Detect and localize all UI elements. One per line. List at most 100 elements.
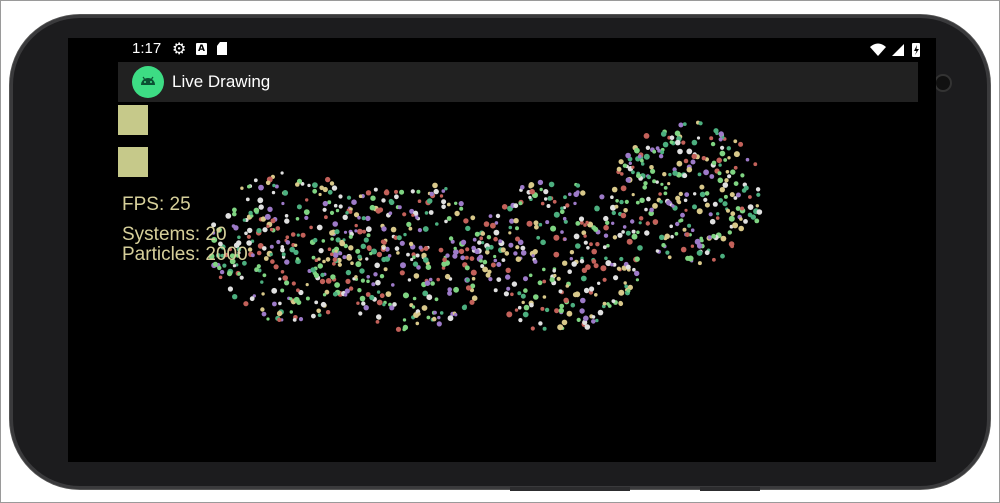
particle bbox=[533, 294, 539, 300]
particle bbox=[262, 227, 268, 233]
particle bbox=[572, 292, 578, 298]
particle bbox=[559, 303, 565, 309]
particle bbox=[436, 277, 441, 282]
particle bbox=[515, 256, 522, 262]
particle bbox=[243, 301, 249, 307]
particle bbox=[248, 210, 253, 216]
particle bbox=[415, 321, 420, 326]
particle bbox=[453, 286, 459, 293]
particle bbox=[722, 182, 729, 188]
particle bbox=[271, 287, 278, 294]
particle bbox=[662, 172, 667, 177]
particle bbox=[403, 232, 407, 237]
particle bbox=[723, 158, 728, 162]
particle bbox=[634, 270, 640, 277]
particle bbox=[348, 245, 354, 251]
particle bbox=[479, 258, 483, 263]
particle bbox=[611, 299, 616, 303]
particle bbox=[428, 277, 433, 282]
pause-button[interactable] bbox=[118, 105, 148, 135]
particle bbox=[712, 257, 716, 262]
particle bbox=[269, 227, 274, 232]
particle bbox=[441, 204, 446, 210]
android-robot-icon bbox=[132, 66, 164, 98]
particle bbox=[508, 231, 512, 235]
particle bbox=[710, 141, 716, 147]
particle bbox=[567, 269, 572, 274]
particle bbox=[344, 288, 350, 294]
particle bbox=[523, 304, 530, 311]
particle bbox=[477, 240, 482, 245]
particle bbox=[429, 191, 435, 197]
particle bbox=[630, 219, 635, 224]
particle bbox=[280, 245, 285, 249]
particle bbox=[311, 313, 316, 319]
particle bbox=[339, 239, 345, 245]
particle bbox=[690, 228, 695, 232]
particle bbox=[439, 194, 444, 198]
particle bbox=[570, 302, 576, 308]
particle bbox=[281, 201, 285, 206]
particle bbox=[715, 216, 720, 220]
particle bbox=[675, 221, 680, 227]
particle bbox=[383, 189, 390, 196]
particle bbox=[256, 228, 262, 234]
particle bbox=[618, 159, 624, 165]
particle bbox=[655, 146, 660, 151]
particle bbox=[460, 255, 466, 261]
particle bbox=[343, 293, 348, 297]
particle bbox=[756, 209, 763, 215]
particle bbox=[474, 248, 480, 255]
particle bbox=[412, 296, 417, 301]
particle bbox=[290, 232, 296, 237]
particle bbox=[690, 244, 695, 248]
particle bbox=[338, 204, 343, 209]
particle bbox=[407, 278, 412, 282]
particle bbox=[623, 208, 628, 213]
particle bbox=[304, 215, 309, 220]
particle bbox=[417, 228, 422, 233]
particle bbox=[626, 288, 631, 293]
particle bbox=[264, 213, 271, 220]
particle bbox=[256, 250, 262, 256]
particle bbox=[674, 231, 679, 236]
particle bbox=[711, 233, 716, 239]
particle bbox=[730, 169, 736, 175]
particle bbox=[322, 293, 327, 297]
particle bbox=[719, 187, 725, 193]
particle bbox=[318, 248, 324, 254]
particle bbox=[262, 273, 267, 278]
particle bbox=[720, 235, 727, 242]
particle bbox=[381, 198, 386, 203]
particle bbox=[373, 272, 378, 277]
particle bbox=[463, 218, 469, 224]
particle bbox=[337, 262, 342, 267]
particle bbox=[382, 240, 387, 245]
particle bbox=[674, 130, 681, 137]
particle bbox=[363, 237, 369, 243]
particle bbox=[513, 203, 519, 209]
particle bbox=[660, 131, 667, 137]
particle bbox=[284, 214, 289, 218]
particle bbox=[613, 275, 619, 281]
particle bbox=[483, 221, 490, 227]
particle bbox=[360, 243, 366, 249]
particle bbox=[626, 238, 633, 245]
particle bbox=[325, 176, 331, 183]
particle bbox=[282, 275, 288, 281]
fps-label: FPS: 25 bbox=[122, 194, 191, 215]
particle bbox=[464, 265, 470, 271]
particle bbox=[276, 239, 281, 245]
particle bbox=[239, 275, 244, 280]
particle bbox=[365, 257, 369, 261]
particle bbox=[580, 190, 586, 196]
reset-button[interactable] bbox=[118, 147, 148, 177]
particle bbox=[697, 172, 702, 177]
particle bbox=[325, 257, 331, 262]
status-right-icons bbox=[870, 43, 920, 57]
particle bbox=[480, 231, 486, 236]
particle bbox=[410, 257, 414, 262]
particle bbox=[346, 254, 353, 261]
particle bbox=[293, 249, 299, 255]
particle bbox=[332, 252, 339, 259]
